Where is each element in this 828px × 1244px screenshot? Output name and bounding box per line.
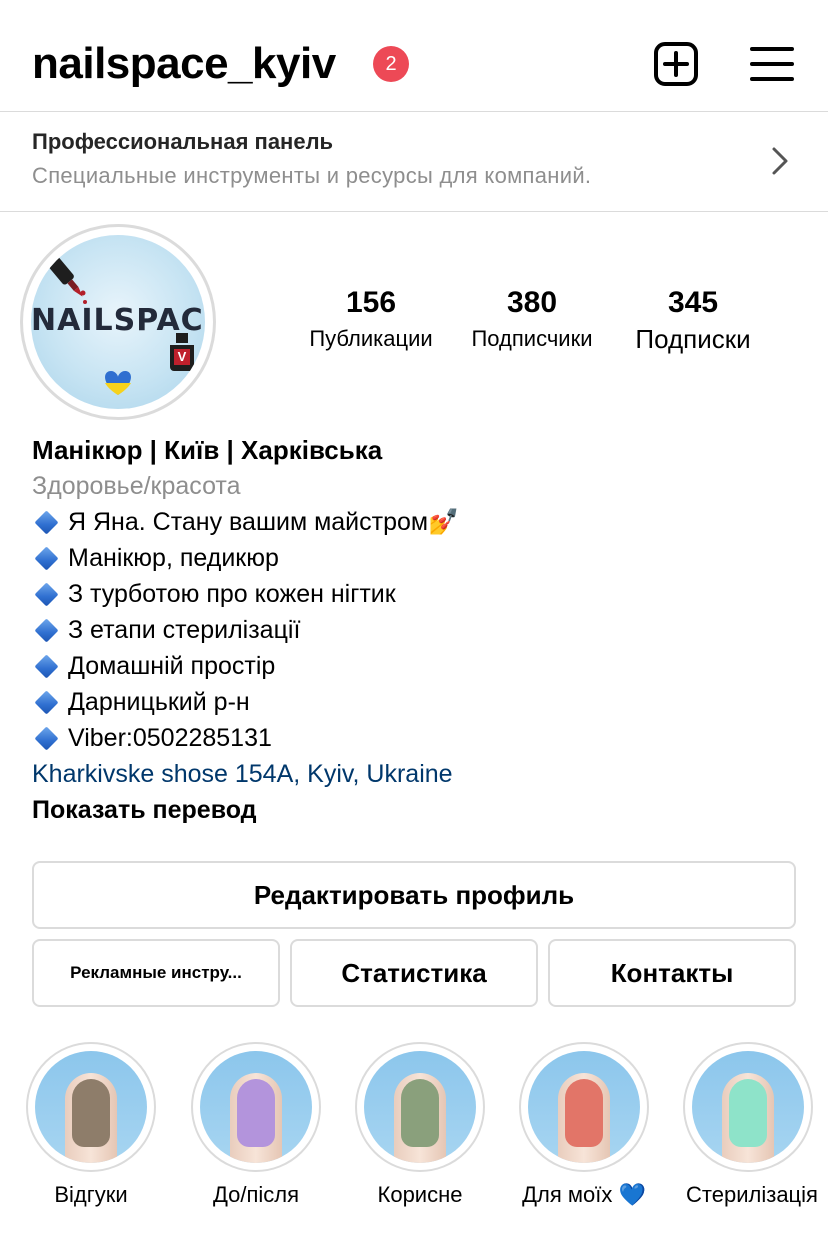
nail-swatch (237, 1079, 275, 1147)
blue-diamond-icon (34, 725, 59, 751)
bio-line: Манікюр, педикюр (32, 540, 812, 576)
bio-line-text: Дарницький р-н (68, 688, 250, 716)
blue-diamond-icon (34, 653, 59, 679)
bio-line: З етапи стерилізації (32, 612, 812, 648)
nail-swatch (565, 1079, 603, 1147)
hamburger-menu-icon (750, 47, 794, 81)
highlight-label: Для моїх 💙 (522, 1182, 646, 1207)
following-count: 345 (667, 286, 719, 319)
bio-line-text: Домашній простір (68, 652, 276, 680)
bio-line-text: З турботою про кожен нігтик (68, 580, 396, 608)
following-label: Подписки (635, 324, 751, 354)
highlight-label: Корисне (377, 1182, 463, 1207)
chevron-right-icon (772, 147, 788, 175)
blue-diamond-icon (34, 581, 59, 607)
followers-count: 380 (506, 286, 558, 319)
edit-profile-button[interactable]: Редактировать профиль (32, 861, 796, 929)
story-highlight[interactable]: Для моїх 💙 (519, 1042, 649, 1207)
stat-posts[interactable]: 156 Публикации (296, 284, 446, 354)
show-translation-link[interactable]: Показать перевод (32, 792, 812, 828)
bio-line: З турботою про кожен нігтик (32, 576, 812, 612)
bio-line: Домашній простір (32, 648, 812, 684)
blue-diamond-icon (34, 509, 59, 535)
notification-badge[interactable]: 2 (373, 46, 409, 82)
stat-following[interactable]: 345 Подписки (618, 284, 768, 354)
highlight-cover (519, 1042, 649, 1172)
contacts-button[interactable]: Контакты (548, 939, 796, 1007)
highlight-label: Відгуки (54, 1182, 128, 1207)
bio-line: Я Яна. Стану вашим майстром💅 (32, 504, 812, 540)
bio-line-text: Я Яна. Стану вашим майстром💅 (68, 508, 460, 536)
bio-line-text: Манікюр, педикюр (68, 544, 279, 572)
posts-count: 156 (345, 286, 397, 319)
nail-swatch (72, 1079, 110, 1147)
profile-bio: Манікюр | Київ | Харківська Здоровье/кра… (32, 432, 812, 828)
plus-square-icon (654, 42, 698, 86)
profile-header: nailspace_kyiv 2 (0, 0, 828, 112)
blue-diamond-icon (34, 545, 59, 571)
profile-display-name: Манікюр | Київ | Харківська (32, 435, 383, 465)
profile-username[interactable]: nailspace_kyiv (32, 36, 336, 92)
story-highlight[interactable]: Стерилізація (683, 1042, 818, 1207)
bio-line: Viber:0502285131 (32, 720, 812, 756)
bio-line: Дарницький р-н (32, 684, 812, 720)
highlight-cover (26, 1042, 156, 1172)
story-highlight[interactable]: Відгуки (26, 1042, 156, 1207)
pro-dashboard-subtitle: Специальные инструменты и ресурсы для ко… (32, 163, 592, 188)
new-post-button[interactable] (652, 40, 700, 88)
avatar-logo-text: NAILSPACE (31, 303, 205, 338)
stat-followers[interactable]: 380 Подписчики (456, 284, 608, 354)
nail-swatch (729, 1079, 767, 1147)
ad-tools-button[interactable]: Рекламные инстру... (32, 939, 280, 1007)
professional-dashboard[interactable]: Профессиональная панель Специальные инст… (0, 112, 828, 212)
profile-avatar[interactable]: NAILSPACE V (31, 235, 205, 409)
nail-swatch (401, 1079, 439, 1147)
blue-diamond-icon (34, 689, 59, 715)
highlight-label: До/після (212, 1182, 300, 1207)
statistics-button[interactable]: Статистика (290, 939, 538, 1007)
highlight-cover (355, 1042, 485, 1172)
story-highlight[interactable]: Корисне (355, 1042, 485, 1207)
location-link[interactable]: Kharkivske shose 154A, Kyiv, Ukraine (32, 756, 812, 792)
bio-line-text: Viber:0502285131 (68, 724, 272, 752)
followers-label: Подписчики (471, 326, 593, 351)
profile-category: Здоровье/красота (32, 472, 241, 500)
posts-label: Публикации (309, 326, 433, 351)
highlight-cover (191, 1042, 321, 1172)
highlight-cover (683, 1042, 813, 1172)
avatar-badge-letter: V (177, 349, 187, 364)
pro-dashboard-title: Профессиональная панель (32, 129, 334, 154)
highlight-label: Стерилізація (686, 1182, 818, 1207)
story-highlight[interactable]: До/після (191, 1042, 321, 1207)
bio-line-text: З етапи стерилізації (68, 616, 301, 644)
menu-button[interactable] (748, 40, 796, 88)
blue-diamond-icon (34, 617, 59, 643)
